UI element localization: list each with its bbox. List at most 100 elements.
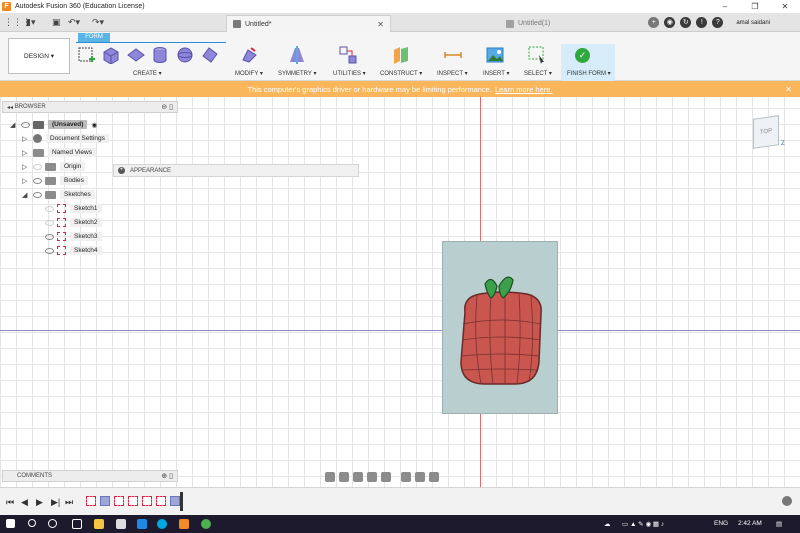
collapse-arrow-icon[interactable]: ◢ <box>10 121 18 129</box>
language-indicator[interactable]: ENG <box>714 520 728 527</box>
clock[interactable]: 2:42 AM <box>738 520 762 527</box>
cylinder-icon[interactable] <box>151 46 169 64</box>
extensions-icon[interactable]: ◉ <box>664 17 676 28</box>
undo-icon[interactable]: ↶▾ <box>68 16 80 29</box>
help-icon[interactable]: ? <box>712 17 724 28</box>
mail-icon[interactable] <box>137 519 147 529</box>
tomato-model[interactable] <box>455 272 550 392</box>
tree-item-named-views[interactable]: ▷ Named Views <box>22 146 96 159</box>
learn-more-link[interactable]: Learn more here. <box>495 85 553 94</box>
symmetry-menu[interactable]: SYMMETRY ▾ <box>278 70 316 77</box>
browser-panel-header[interactable]: ◂◂ BROWSER ⊖ ▯ <box>2 101 178 113</box>
visibility-eye-icon[interactable] <box>45 233 54 240</box>
utilities-icon[interactable] <box>339 46 357 64</box>
timeline-sketch-feature[interactable] <box>142 496 152 506</box>
step-back-icon[interactable]: ◀ <box>21 497 28 508</box>
sphere-icon[interactable] <box>176 46 194 64</box>
chrome-icon[interactable] <box>201 519 211 529</box>
fit-zoom-icon[interactable] <box>381 471 391 482</box>
tree-item-sketches[interactable]: ◢ Sketches <box>22 188 95 201</box>
finish-form-button[interactable]: ✓ FINISH FORM ▾ <box>561 44 615 81</box>
expand-arrow-icon[interactable]: ▷ <box>22 149 30 157</box>
notifications-icon[interactable]: ! <box>696 17 708 28</box>
timeline-sketch-feature[interactable] <box>128 496 138 506</box>
close-window-button[interactable]: ✕ <box>770 0 800 13</box>
go-to-start-icon[interactable]: ⏮ <box>6 497 14 508</box>
timeline-sketch-feature[interactable] <box>86 496 96 506</box>
tree-root[interactable]: ◢ (Unsaved) ◉ <box>10 118 97 131</box>
visibility-eye-icon[interactable] <box>33 191 42 198</box>
workspace-switcher[interactable]: DESIGN ▾ <box>8 38 70 74</box>
dismiss-warning-icon[interactable]: ✕ <box>785 85 792 94</box>
onedrive-icon[interactable]: ☁ <box>604 520 611 528</box>
close-tab-icon[interactable]: ✕ <box>377 20 384 29</box>
collapse-arrow-icon[interactable]: ◢ <box>22 191 30 199</box>
display-settings-icon[interactable] <box>401 471 411 482</box>
visibility-eye-icon[interactable] <box>45 247 54 254</box>
collapse-browser-icon[interactable]: ◂◂ <box>7 104 15 111</box>
minimize-button[interactable]: – <box>710 0 740 13</box>
appearance-panel[interactable]: + APPEARANCE <box>113 164 359 177</box>
zoom-icon[interactable] <box>367 471 377 482</box>
tree-item-sketch4[interactable]: Sketch4 <box>42 244 102 257</box>
tree-item-origin[interactable]: ▷ Origin <box>22 160 86 173</box>
step-forward-icon[interactable]: ▶| <box>51 497 60 508</box>
tab-form[interactable]: FORM <box>78 33 110 42</box>
tree-item-document-settings[interactable]: ▷ Document Settings <box>22 132 109 145</box>
insert-icon[interactable] <box>486 46 504 64</box>
visibility-eye-icon[interactable] <box>33 177 42 184</box>
modify-menu[interactable]: MODIFY ▾ <box>235 70 263 77</box>
box-icon[interactable] <box>102 46 120 64</box>
pan-hand-icon[interactable] <box>353 471 363 482</box>
face-icon[interactable] <box>201 46 219 64</box>
comments-options-icon[interactable]: ⊕ ▯ <box>161 472 173 480</box>
search-icon[interactable] <box>28 519 36 527</box>
expand-arrow-icon[interactable]: ▷ <box>22 163 30 171</box>
grid-settings-icon[interactable] <box>415 471 425 482</box>
tab-untitled[interactable]: Untitled* ✕ <box>226 15 391 32</box>
timeline-marker[interactable] <box>180 492 183 511</box>
viewports-icon[interactable] <box>429 471 439 482</box>
timeline-settings-gear-icon[interactable] <box>782 496 792 506</box>
tab-untitled-1[interactable]: Untitled(1) ✕ <box>500 15 666 32</box>
orbit-icon[interactable] <box>325 471 335 482</box>
inspect-icon[interactable] <box>444 46 462 64</box>
tree-item-bodies[interactable]: ▷ Bodies <box>22 174 88 187</box>
notification-center-icon[interactable]: ▤ <box>776 520 782 528</box>
visibility-eye-icon[interactable] <box>33 163 42 170</box>
visibility-eye-icon[interactable] <box>45 205 54 212</box>
user-name[interactable]: amal saidani <box>736 20 770 26</box>
timeline-sketch-feature[interactable] <box>156 496 166 506</box>
expand-arrow-icon[interactable]: ▷ <box>22 135 30 143</box>
construct-icon[interactable] <box>392 46 410 64</box>
save-icon[interactable]: ▣ <box>52 16 61 29</box>
timeline-sketch-feature[interactable] <box>114 496 124 506</box>
timeline-form-feature[interactable] <box>100 496 110 506</box>
select-icon[interactable] <box>528 46 546 64</box>
expand-arrow-icon[interactable]: ▷ <box>22 177 30 185</box>
tree-item-sketch3[interactable]: Sketch3 <box>42 230 102 243</box>
maximize-button[interactable]: ❐ <box>740 0 770 13</box>
skype-icon[interactable] <box>157 519 167 529</box>
cortana-icon[interactable] <box>48 519 57 528</box>
expand-appearance-icon[interactable]: + <box>118 167 125 174</box>
plane-icon[interactable] <box>127 46 145 64</box>
utilities-menu[interactable]: UTILITIES ▾ <box>333 70 366 77</box>
redo-icon[interactable]: ↷▾ <box>92 16 104 29</box>
canvas-viewport[interactable] <box>0 97 800 487</box>
go-to-end-icon[interactable]: ⏭ <box>65 497 73 508</box>
inspect-menu[interactable]: INSPECT ▾ <box>437 70 468 77</box>
job-status-icon[interactable]: ↻ <box>680 17 692 28</box>
create-sketch-icon[interactable] <box>78 46 96 64</box>
store-icon[interactable] <box>116 519 126 529</box>
modify-icon[interactable] <box>240 46 258 64</box>
fusion-taskbar-icon[interactable] <box>179 519 189 529</box>
activate-radio-icon[interactable]: ◉ <box>91 121 97 129</box>
insert-menu[interactable]: INSERT ▾ <box>483 70 509 77</box>
file-menu-icon[interactable]: ▮▾ <box>26 16 35 29</box>
windows-start-icon[interactable] <box>6 519 15 528</box>
task-view-icon[interactable] <box>72 519 82 529</box>
visibility-eye-icon[interactable] <box>21 121 30 128</box>
comments-panel[interactable]: COMMENTS ⊕ ▯ <box>2 470 178 482</box>
play-icon[interactable]: ▶ <box>36 497 43 508</box>
